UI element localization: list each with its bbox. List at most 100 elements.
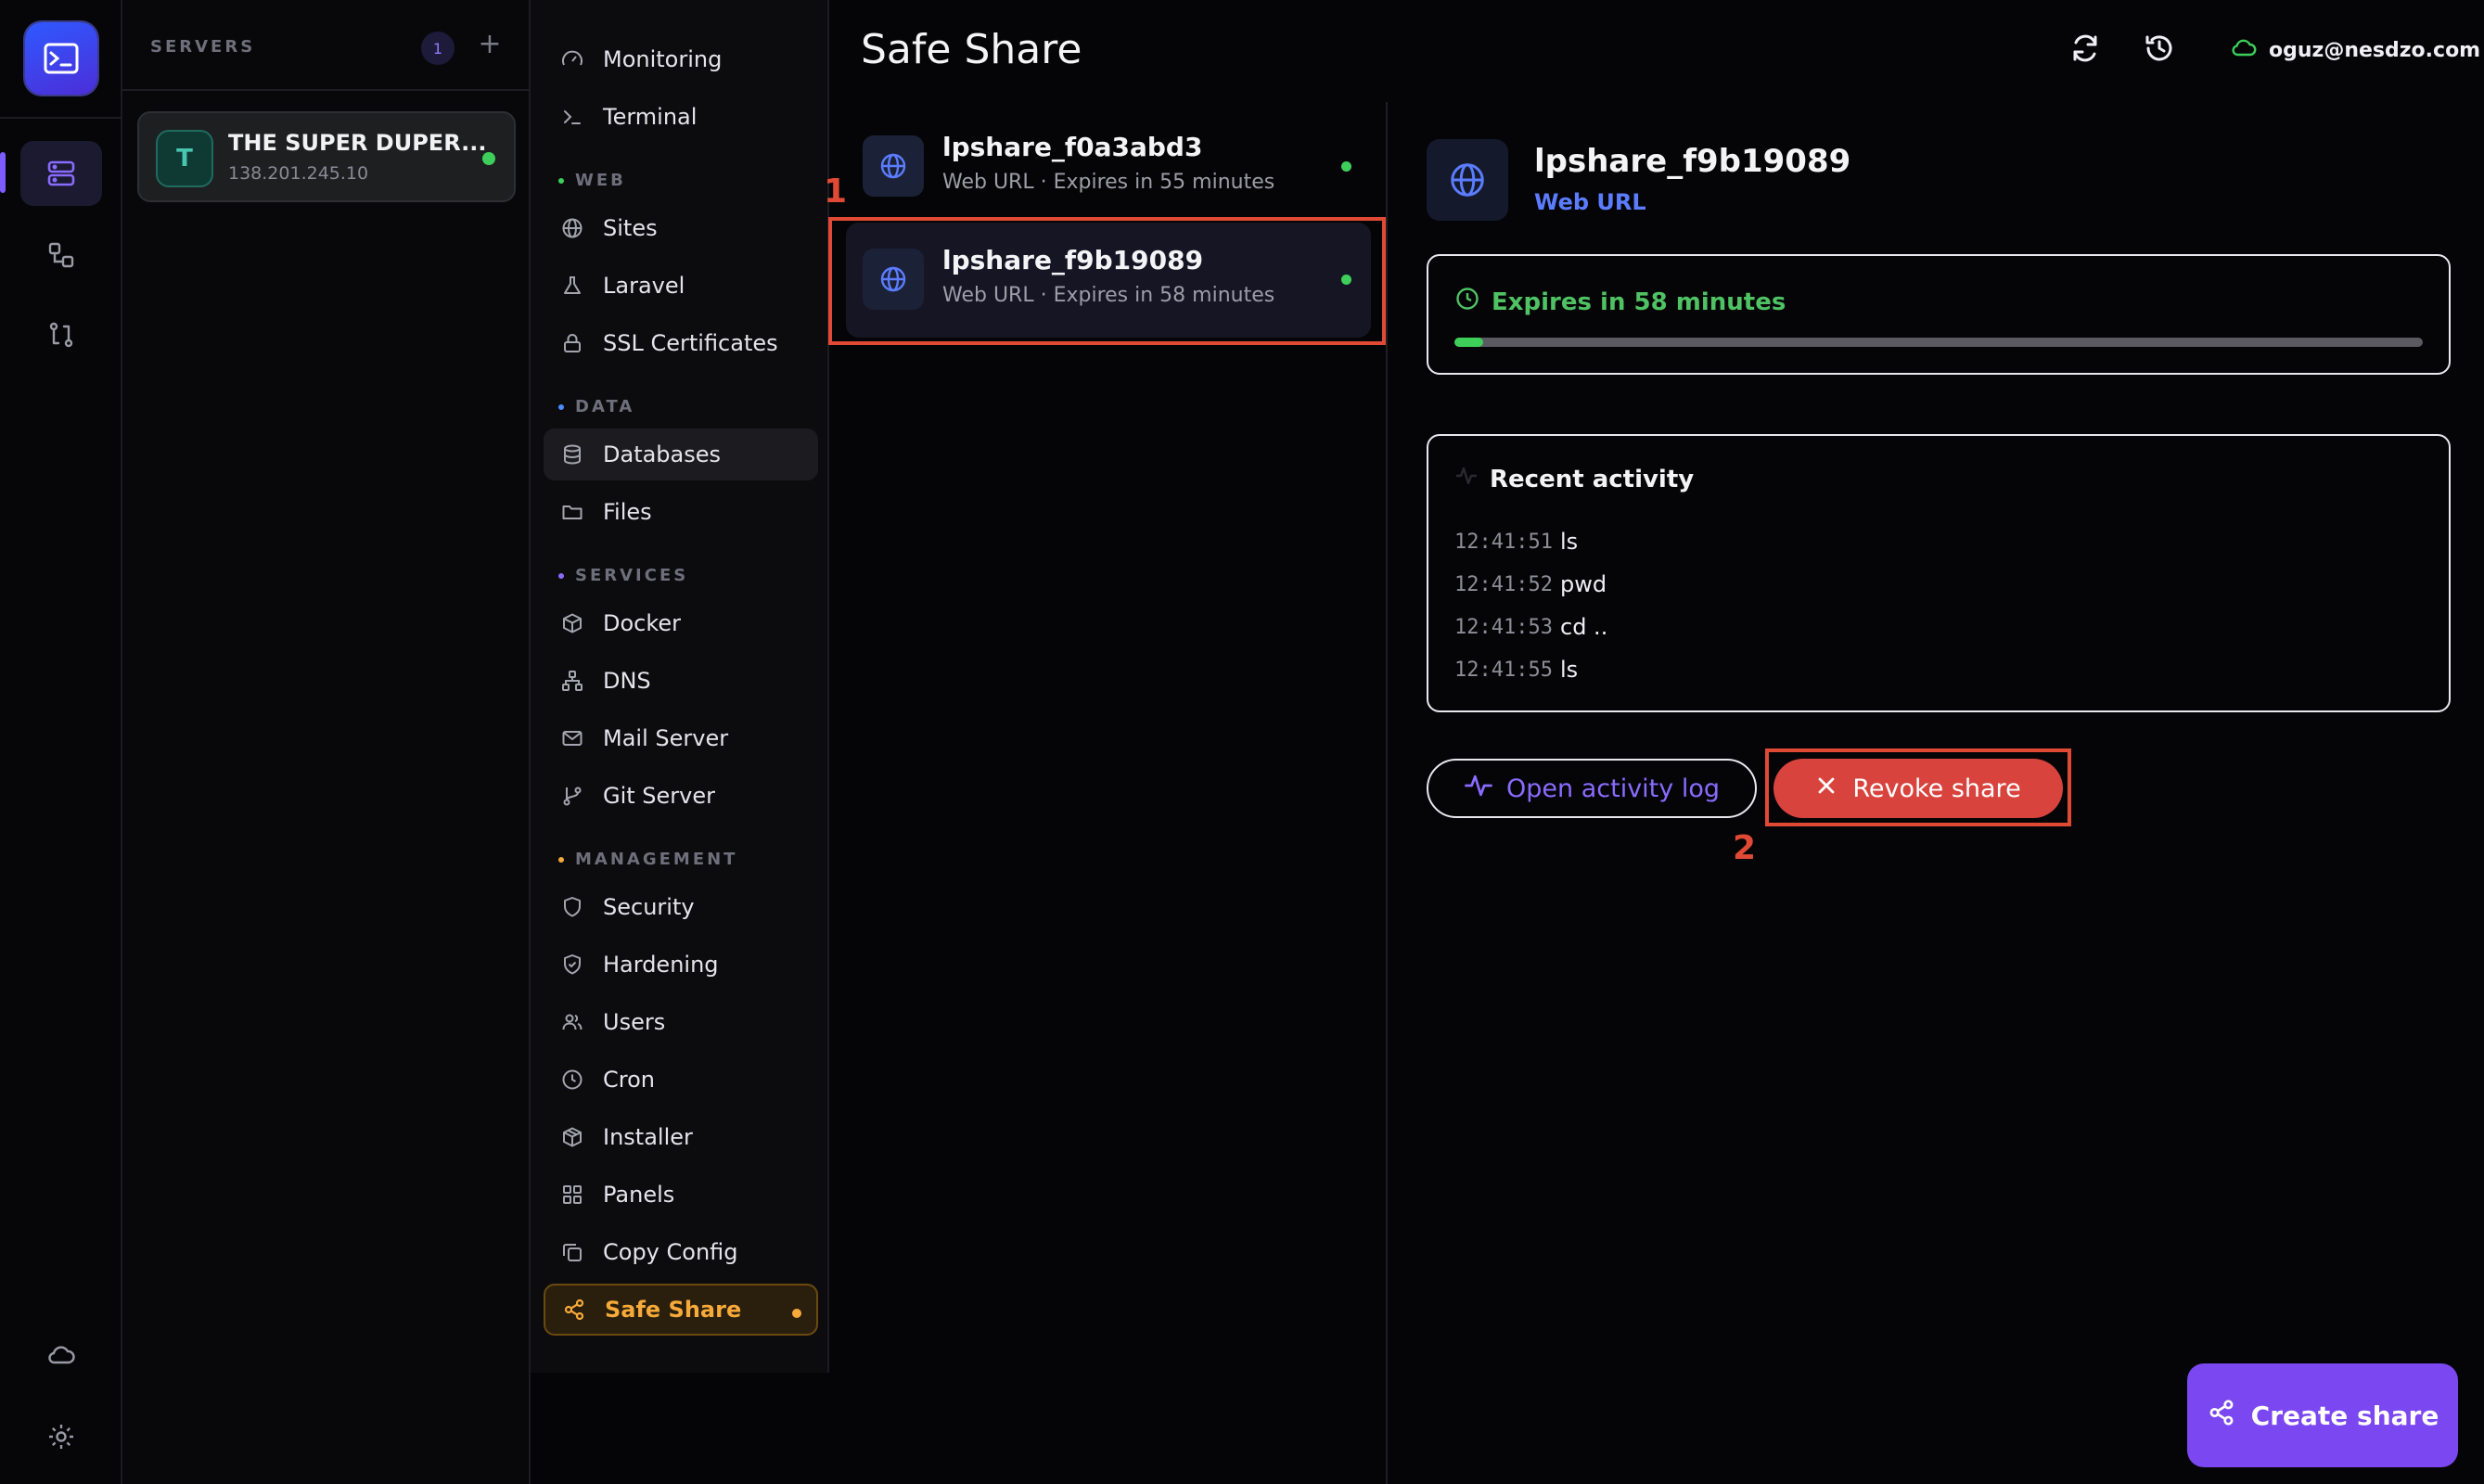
refresh-icon[interactable] [2065,28,2106,69]
nav-item-laravel[interactable]: Laravel [544,260,818,312]
activity-row: 12:41:55 ls [1454,651,1578,688]
server-avatar: T [156,130,213,187]
app-logo[interactable] [25,22,97,95]
box-icon [558,609,586,637]
nav-item-copy-config[interactable]: Copy Config [544,1226,818,1278]
nav-section-web: WEB [558,171,626,190]
nav-item-label: Panels [603,1182,675,1208]
server-card[interactable]: T THE SUPER DUPER... 138.201.245.10 [137,111,516,202]
nav-item-hardening[interactable]: Hardening [544,939,818,991]
nav-item-label: Sites [603,215,658,241]
rail-active-indicator [0,152,6,193]
users-icon [558,1008,586,1036]
nav-item-mail-server[interactable]: Mail Server [544,712,818,764]
create-share-label: Create share [2250,1400,2439,1431]
nav-section-management: MANAGEMENT [558,850,737,869]
share-list-item[interactable]: lpshare_f0a3abd3 Web URL · Expires in 55… [846,109,1371,224]
server-name: THE SUPER DUPER... [228,130,487,156]
activity-pulse-icon [1454,464,1479,494]
activity-header: Recent activity [1454,464,1694,494]
nav-item-label: Copy Config [603,1239,738,1265]
nav-item-files[interactable]: Files [544,486,818,538]
recent-activity-card: Recent activity 12:41:51 ls 12:41:52 pwd… [1427,434,2451,712]
nav-item-git-server[interactable]: Git Server [544,770,818,822]
share-subtitle: Web URL · Expires in 55 minutes [942,171,1275,194]
git-branch-icon [558,782,586,810]
expiry-progress-fill [1454,338,1484,347]
activity-time: 12:41:52 [1454,572,1553,596]
annotation-label-1: 1 [824,173,848,211]
create-share-button[interactable]: Create share [2187,1363,2458,1467]
nav-item-label: Docker [603,610,682,636]
nodes-icon[interactable] [20,223,102,288]
globe-icon [558,214,586,242]
nav-active-dot [792,1309,801,1318]
expiry-card: Expires in 58 minutes [1427,254,2451,375]
servers-panel: SERVERS 1 + T THE SUPER DUPER... 138.201… [122,0,531,1484]
add-server-button[interactable]: + [473,28,506,65]
nav-item-users[interactable]: Users [544,996,818,1048]
page-title: Safe Share [861,26,1082,73]
cloud-icon [2230,36,2258,64]
nav-section-label: WEB [575,171,626,190]
nav-item-label: Files [603,499,652,525]
app-rail [0,0,122,1484]
nav-item-label: Monitoring [603,46,723,72]
nav-item-label: Users [603,1009,666,1035]
share-icon [560,1296,588,1324]
nav-item-label: Security [603,894,695,920]
server-ip: 138.201.245.10 [228,163,369,184]
nav-item-databases[interactable]: Databases [544,429,818,480]
terminal-icon [558,103,586,131]
open-activity-log-label: Open activity log [1506,774,1720,803]
nav-item-ssl-certificates[interactable]: SSL Certificates [544,317,818,369]
servers-header: SERVERS 1 + [122,0,531,91]
gear-icon[interactable] [20,1404,102,1469]
section-dot [558,403,564,410]
activity-pulse-icon [1464,771,1493,807]
nav-item-installer[interactable]: Installer [544,1111,818,1163]
clock-icon [558,1066,586,1094]
nav-item-terminal[interactable]: Terminal [544,91,818,143]
shield-check-icon [558,951,586,979]
copy-icon [558,1238,586,1266]
nav-item-monitoring[interactable]: Monitoring [544,33,818,85]
share-icon [2207,1398,2236,1434]
nav-item-label: Terminal [603,104,698,130]
servers-title: SERVERS [150,37,256,57]
transfer-icon[interactable] [20,302,102,367]
cloud-icon[interactable] [20,1323,102,1388]
nav-item-panels[interactable]: Panels [544,1169,818,1221]
package-icon [558,1123,586,1151]
nav-item-label: Laravel [603,273,685,299]
folder-icon [558,498,586,526]
section-dot [558,856,564,863]
nav-item-cron[interactable]: Cron [544,1054,818,1106]
nav-item-security[interactable]: Security [544,881,818,933]
detail-share-name: lpshare_f9b19089 [1534,143,1851,180]
detail-share-type: Web URL [1534,189,1646,215]
nav-item-label: Safe Share [605,1297,742,1323]
section-dot [558,177,564,184]
annotation-box-2 [1765,748,2071,826]
user-account[interactable]: oguz@nesdzo.com [2230,33,2480,67]
nav-item-safe-share[interactable]: Safe Share [544,1284,818,1336]
share-name: lpshare_f0a3abd3 [942,132,1203,162]
nav-item-label: DNS [603,668,651,694]
nav-item-sites[interactable]: Sites [544,202,818,254]
nav-section-label: DATA [575,397,635,416]
activity-time: 12:41:55 [1454,658,1553,682]
activity-command: pwd [1560,571,1607,597]
rail-divider [0,117,122,119]
open-activity-log-button[interactable]: Open activity log [1427,759,1757,818]
grid-icon [558,1181,586,1209]
nav-item-dns[interactable]: DNS [544,655,818,707]
server-nav: Monitoring Terminal WEB Sites Laravel SS… [531,0,829,1373]
activity-time: 12:41:51 [1454,530,1553,554]
expiry-progress-bar [1454,338,2423,347]
activity-title: Recent activity [1490,465,1695,493]
nav-item-docker[interactable]: Docker [544,597,818,649]
history-icon[interactable] [2139,28,2180,69]
nav-item-label: Hardening [603,952,719,978]
servers-icon[interactable] [20,141,102,206]
